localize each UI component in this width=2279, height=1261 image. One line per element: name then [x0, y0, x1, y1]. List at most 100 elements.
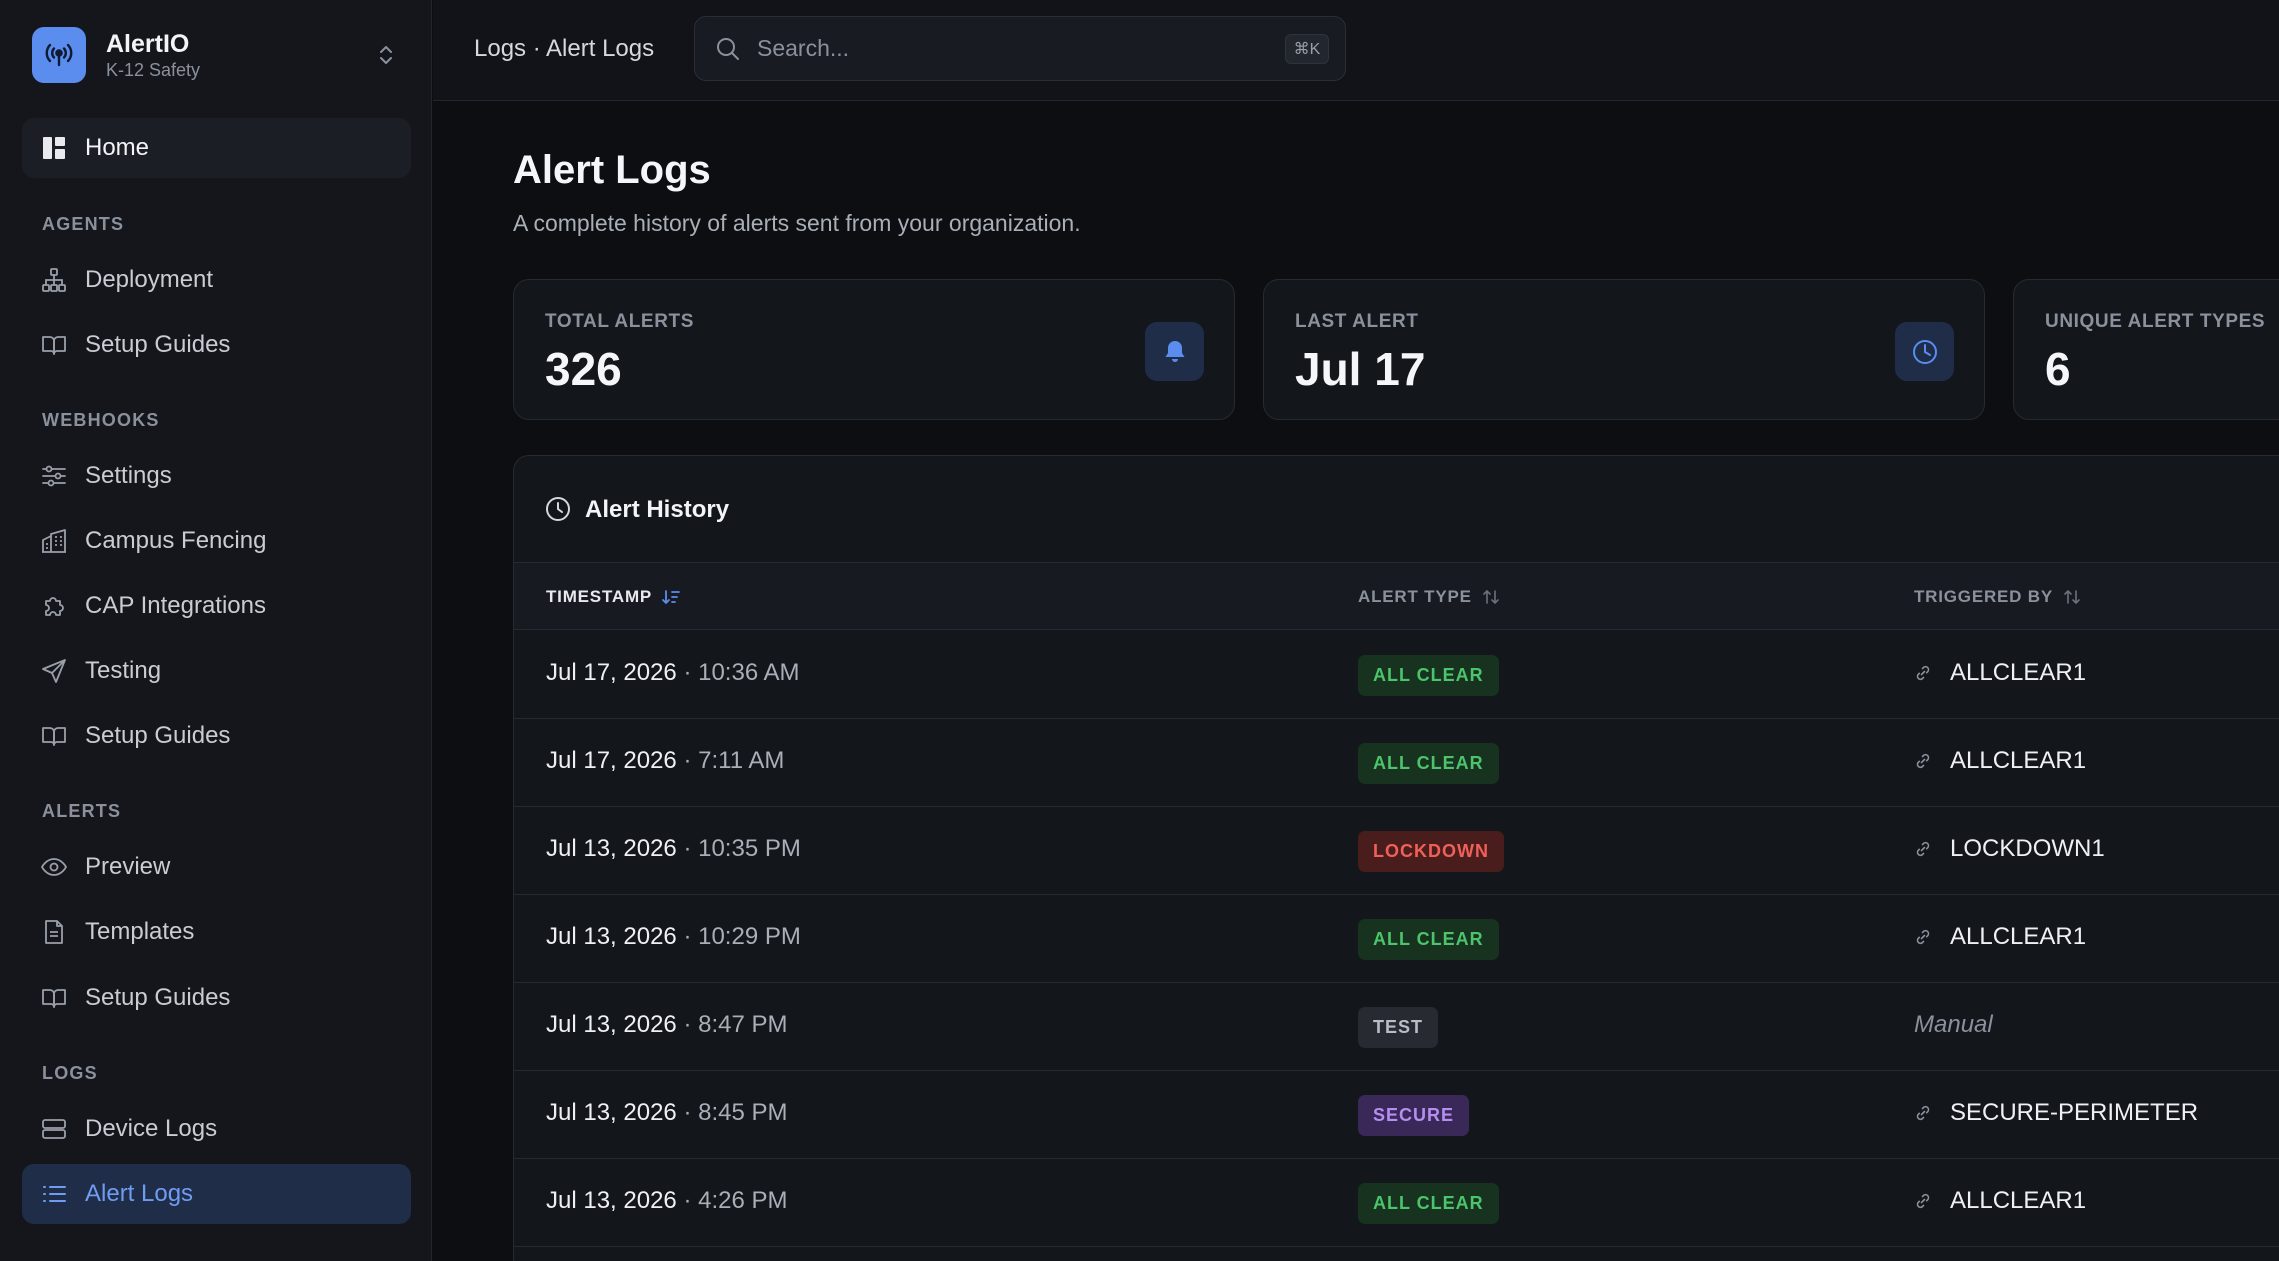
search-box[interactable]: ⌘K — [694, 16, 1346, 81]
section-logs: LOGS — [42, 1063, 98, 1083]
section-alerts: ALERTS — [42, 801, 122, 821]
timestamp-separator: · — [676, 1187, 699, 1214]
search-input[interactable] — [757, 35, 1285, 62]
table-row[interactable]: Jul 17, 2026 · 7:11 AM ALL CLEAR ALLCLEAR1 — [514, 719, 2279, 807]
sidebar-item-deployment[interactable]: Deployment — [22, 250, 411, 310]
sidebar-item-home[interactable]: Home — [22, 118, 411, 178]
column-header-triggered-by[interactable]: TRIGGERED BY — [1914, 587, 2081, 607]
triggered-by-cell: SECURE-PERIMETER — [1914, 1099, 2198, 1127]
timestamp-date: Jul 13, 2026 — [546, 1099, 677, 1126]
puzzle-icon — [40, 592, 68, 620]
search-shortcut-hint: ⌘K — [1285, 33, 1329, 64]
stat-label: UNIQUE ALERT TYPES — [2045, 311, 2266, 332]
timestamp-time: 7:11 AM — [698, 747, 785, 774]
alert-type-badge: ALL CLEAR — [1358, 1183, 1499, 1224]
timestamp-separator: · — [676, 1099, 699, 1126]
timestamp-separator: · — [676, 659, 699, 686]
topbar: Logs · Alert Logs ⌘K — [433, 0, 2279, 101]
page-subtitle: A complete history of alerts sent from y… — [513, 210, 1081, 236]
sidebar-item-testing[interactable]: Testing — [22, 641, 411, 701]
sidebar-item-label: Device Logs — [85, 1115, 218, 1142]
sidebar-item-label: Setup Guides — [85, 331, 231, 358]
timestamp-date: Jul 17, 2026 — [546, 659, 677, 686]
timestamp-cell: Jul 13, 2026 · 4:26 PM — [546, 1187, 788, 1215]
book-icon — [40, 984, 68, 1012]
sidebar-item-label: Home — [85, 134, 150, 161]
section-agents: AGENTS — [42, 214, 125, 234]
link-icon — [1914, 1191, 1934, 1211]
sidebar-item-settings[interactable]: Settings — [22, 446, 411, 506]
brand-name: AlertIO — [106, 30, 190, 58]
sidebar-item-campus-fencing[interactable]: Campus Fencing — [22, 511, 411, 571]
triggered-by-value: LOCKDOWN1 — [1950, 835, 2105, 862]
dashboard-icon — [40, 134, 68, 162]
table-row[interactable]: Jul 17, 2026 · 10:36 AM ALL CLEAR ALLCLEAR… — [514, 631, 2279, 719]
panel-header: Alert History — [514, 456, 2279, 563]
triggered-by-value: SECURE-PERIMETER — [1950, 1099, 2199, 1126]
sidebar-item-preview[interactable]: Preview — [22, 837, 411, 897]
timestamp-cell: Jul 13, 2026 · 8:47 PM — [546, 1011, 788, 1039]
sidebar-item-label: Campus Fencing — [85, 527, 267, 554]
sidebar-item-device-logs[interactable]: Device Logs — [22, 1099, 411, 1159]
timestamp-separator: · — [676, 1011, 699, 1038]
timestamp-cell: Jul 13, 2026 · 10:35 PM — [546, 835, 801, 863]
sidebar-item-label: Deployment — [85, 266, 214, 293]
sidebar-item-setup-guides-webhooks[interactable]: Setup Guides — [22, 706, 411, 766]
timestamp-time: 10:35 PM — [698, 835, 801, 862]
chevron-up-down-icon[interactable] — [372, 41, 400, 69]
timestamp-time: 8:45 PM — [698, 1099, 788, 1126]
alert-type-badge: ALL CLEAR — [1358, 743, 1499, 784]
clock-icon — [1895, 322, 1954, 381]
sidebar-item-label: Testing — [85, 657, 162, 684]
stat-value: 326 — [545, 343, 622, 395]
table-row[interactable]: Jul 13, 2026 · 4:26 PM ALL CLEAR ALLCLEAR1 — [514, 1159, 2279, 1247]
triggered-by-cell: Manual — [1914, 1011, 1993, 1039]
book-icon — [40, 331, 68, 359]
bell-icon — [1145, 322, 1204, 381]
table-row[interactable]: Jul 13, 2026 · 8:45 PM SECURE SECURE-PERIM… — [514, 1071, 2279, 1159]
triggered-by-cell: ALLCLEAR1 — [1914, 923, 2086, 951]
sort-icon — [2063, 588, 2081, 606]
brand-subtitle: K-12 Safety — [106, 60, 201, 80]
triggered-by-cell: ALLCLEAR1 — [1914, 1187, 2086, 1215]
sidebar-item-alert-logs[interactable]: Alert Logs — [22, 1164, 411, 1224]
document-icon — [40, 918, 68, 946]
timestamp-time: 10:36 AM — [698, 659, 800, 686]
triggered-by-value: ALLCLEAR1 — [1950, 1187, 2087, 1214]
column-header-alert-type[interactable]: ALERT TYPE — [1358, 587, 1500, 607]
triggered-by-value: ALLCLEAR1 — [1950, 659, 2087, 686]
stat-card-unique-alert-types: UNIQUE ALERT TYPES 6 — [2013, 279, 2279, 420]
table-row[interactable]: Jul 13, 2026 · 10:35 PM LOCKDOWN LOCKDOWN1 — [514, 807, 2279, 895]
column-header-label: ALERT TYPE — [1358, 587, 1472, 606]
sidebar-item-label: Preview — [85, 853, 171, 880]
timestamp-date: Jul 13, 2026 — [546, 1011, 677, 1038]
timestamp-date: Jul 13, 2026 — [546, 923, 677, 950]
sidebar-item-cap-integrations[interactable]: CAP Integrations — [22, 576, 411, 636]
sidebar-item-label: CAP Integrations — [85, 592, 266, 619]
list-icon — [40, 1180, 68, 1208]
timestamp-cell: Jul 17, 2026 · 7:11 AM — [546, 747, 784, 775]
table-row[interactable]: Jul 13, 2026 · 8:47 PM TEST Manual — [514, 983, 2279, 1071]
breadcrumb: Logs · Alert Logs — [474, 35, 655, 62]
timestamp-date: Jul 13, 2026 — [546, 835, 677, 862]
sidebar-item-label: Setup Guides — [85, 984, 231, 1011]
broadcast-icon — [32, 27, 86, 83]
link-icon — [1914, 1103, 1934, 1123]
link-icon — [1914, 663, 1934, 683]
sidebar-item-templates[interactable]: Templates — [22, 902, 411, 962]
alert-type-badge: ALL CLEAR — [1358, 919, 1499, 960]
link-icon — [1914, 839, 1934, 859]
section-webhooks: WEBHOOKS — [42, 410, 160, 430]
stat-card-last-alert: LAST ALERT Jul 17 — [1263, 279, 1985, 420]
eye-icon — [40, 853, 68, 881]
sidebar-item-label: Templates — [85, 918, 195, 945]
book-icon — [40, 722, 68, 750]
sidebar-item-setup-guides-agents[interactable]: Setup Guides — [22, 315, 411, 375]
column-header-timestamp[interactable]: TIMESTAMP — [546, 587, 680, 607]
timestamp-time: 8:47 PM — [698, 1011, 788, 1038]
timestamp-separator: · — [676, 747, 699, 774]
sidebar-item-setup-guides-alerts[interactable]: Setup Guides — [22, 968, 411, 1028]
table-row[interactable]: Jul 13, 2026 · 10:29 PM ALL CLEAR ALLCLEAR… — [514, 895, 2279, 983]
org-switcher[interactable]: AlertIO K-12 Safety — [32, 27, 400, 85]
triggered-by-cell: ALLCLEAR1 — [1914, 747, 2086, 775]
